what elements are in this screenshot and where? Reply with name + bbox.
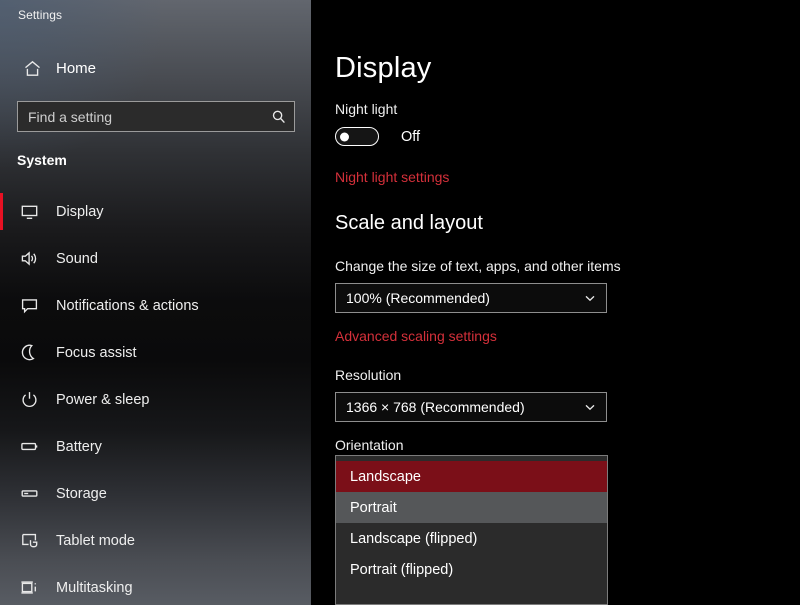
chevron-down-icon (574, 291, 606, 305)
scale-size-label: Change the size of text, apps, and other… (335, 258, 621, 274)
speaker-icon (12, 249, 46, 268)
sidebar-item-label: Sound (56, 250, 98, 267)
resolution-label: Resolution (335, 367, 402, 383)
selection-accent-bar (0, 428, 3, 465)
settings-window: Settings Home Find a setting System Disp… (0, 0, 800, 605)
resolution-dropdown[interactable]: 1366 × 768 (Recommended) (335, 392, 607, 422)
sidebar-item-home[interactable]: Home (0, 50, 311, 86)
sidebar-item-display[interactable]: Display (0, 188, 311, 235)
sidebar-item-label: Power & sleep (56, 391, 150, 408)
sidebar-item-focus-assist[interactable]: Focus assist (0, 329, 311, 376)
selection-accent-bar (0, 240, 3, 277)
selection-accent-bar (0, 287, 3, 324)
night-light-state: Off (401, 128, 421, 145)
orientation-option-landscape-flipped[interactable]: Landscape (flipped) (336, 523, 607, 554)
option-label: Portrait (350, 499, 397, 516)
selection-accent-bar (0, 569, 3, 605)
night-light-toggle-row: Off (335, 127, 420, 146)
sidebar-item-battery[interactable]: Battery (0, 423, 311, 470)
speech-bubble-icon (12, 296, 46, 315)
advanced-scaling-link[interactable]: Advanced scaling settings (335, 328, 497, 344)
sidebar-group-header: System (17, 152, 67, 168)
sidebar: Settings Home Find a setting System Disp… (0, 0, 311, 605)
selection-accent-bar (0, 381, 3, 418)
home-label: Home (56, 59, 97, 77)
sidebar-item-notifications[interactable]: Notifications & actions (0, 282, 311, 329)
sidebar-item-power-sleep[interactable]: Power & sleep (0, 376, 311, 423)
selection-accent-bar (0, 522, 3, 559)
chevron-down-icon (574, 400, 606, 414)
resolution-dropdown-value: 1366 × 768 (Recommended) (346, 399, 525, 415)
drive-icon (12, 484, 46, 503)
orientation-dropdown-list[interactable]: Landscape Portrait Landscape (flipped) P… (335, 455, 608, 605)
search-icon (264, 109, 294, 125)
power-icon (12, 390, 46, 409)
sidebar-nav-list: Display Sound Notifications & actions Fo… (0, 188, 311, 605)
multitasking-icon (12, 578, 46, 597)
search-placeholder: Find a setting (28, 108, 113, 125)
scale-dropdown[interactable]: 100% (Recommended) (335, 283, 607, 313)
orientation-label: Orientation (335, 437, 404, 453)
sidebar-item-label: Notifications & actions (56, 297, 199, 314)
option-label: Landscape (flipped) (350, 530, 478, 547)
night-light-toggle[interactable] (335, 127, 379, 146)
sidebar-item-label: Multitasking (56, 579, 133, 596)
orientation-option-portrait[interactable]: Portrait (336, 492, 607, 523)
scale-dropdown-value: 100% (Recommended) (346, 290, 490, 306)
tablet-hand-icon (12, 531, 46, 550)
selection-accent-bar (0, 334, 3, 371)
sidebar-item-tablet-mode[interactable]: Tablet mode (0, 517, 311, 564)
selection-accent-bar (0, 475, 3, 512)
orientation-option-landscape[interactable]: Landscape (336, 461, 607, 492)
battery-icon (12, 437, 46, 456)
window-title: Settings (18, 8, 63, 22)
sidebar-item-sound[interactable]: Sound (0, 235, 311, 282)
search-input[interactable]: Find a setting (17, 101, 295, 132)
page-title: Display (335, 52, 432, 84)
sidebar-item-label: Storage (56, 485, 107, 502)
selection-accent-bar (0, 193, 3, 230)
home-icon (14, 59, 50, 78)
sidebar-item-label: Focus assist (56, 344, 137, 361)
option-label: Portrait (flipped) (350, 561, 454, 578)
toggle-knob (340, 132, 349, 141)
sidebar-item-storage[interactable]: Storage (0, 470, 311, 517)
orientation-option-portrait-flipped[interactable]: Portrait (flipped) (336, 554, 607, 585)
option-label: Landscape (350, 468, 421, 485)
moon-icon (12, 343, 46, 362)
night-light-label: Night light (335, 101, 398, 117)
sidebar-item-multitasking[interactable]: Multitasking (0, 564, 311, 605)
night-light-settings-link[interactable]: Night light settings (335, 169, 449, 185)
sidebar-item-label: Tablet mode (56, 532, 135, 549)
sidebar-item-label: Display (56, 203, 104, 220)
scale-and-layout-heading: Scale and layout (335, 212, 483, 234)
sidebar-item-label: Battery (56, 438, 102, 455)
monitor-icon (12, 202, 46, 221)
